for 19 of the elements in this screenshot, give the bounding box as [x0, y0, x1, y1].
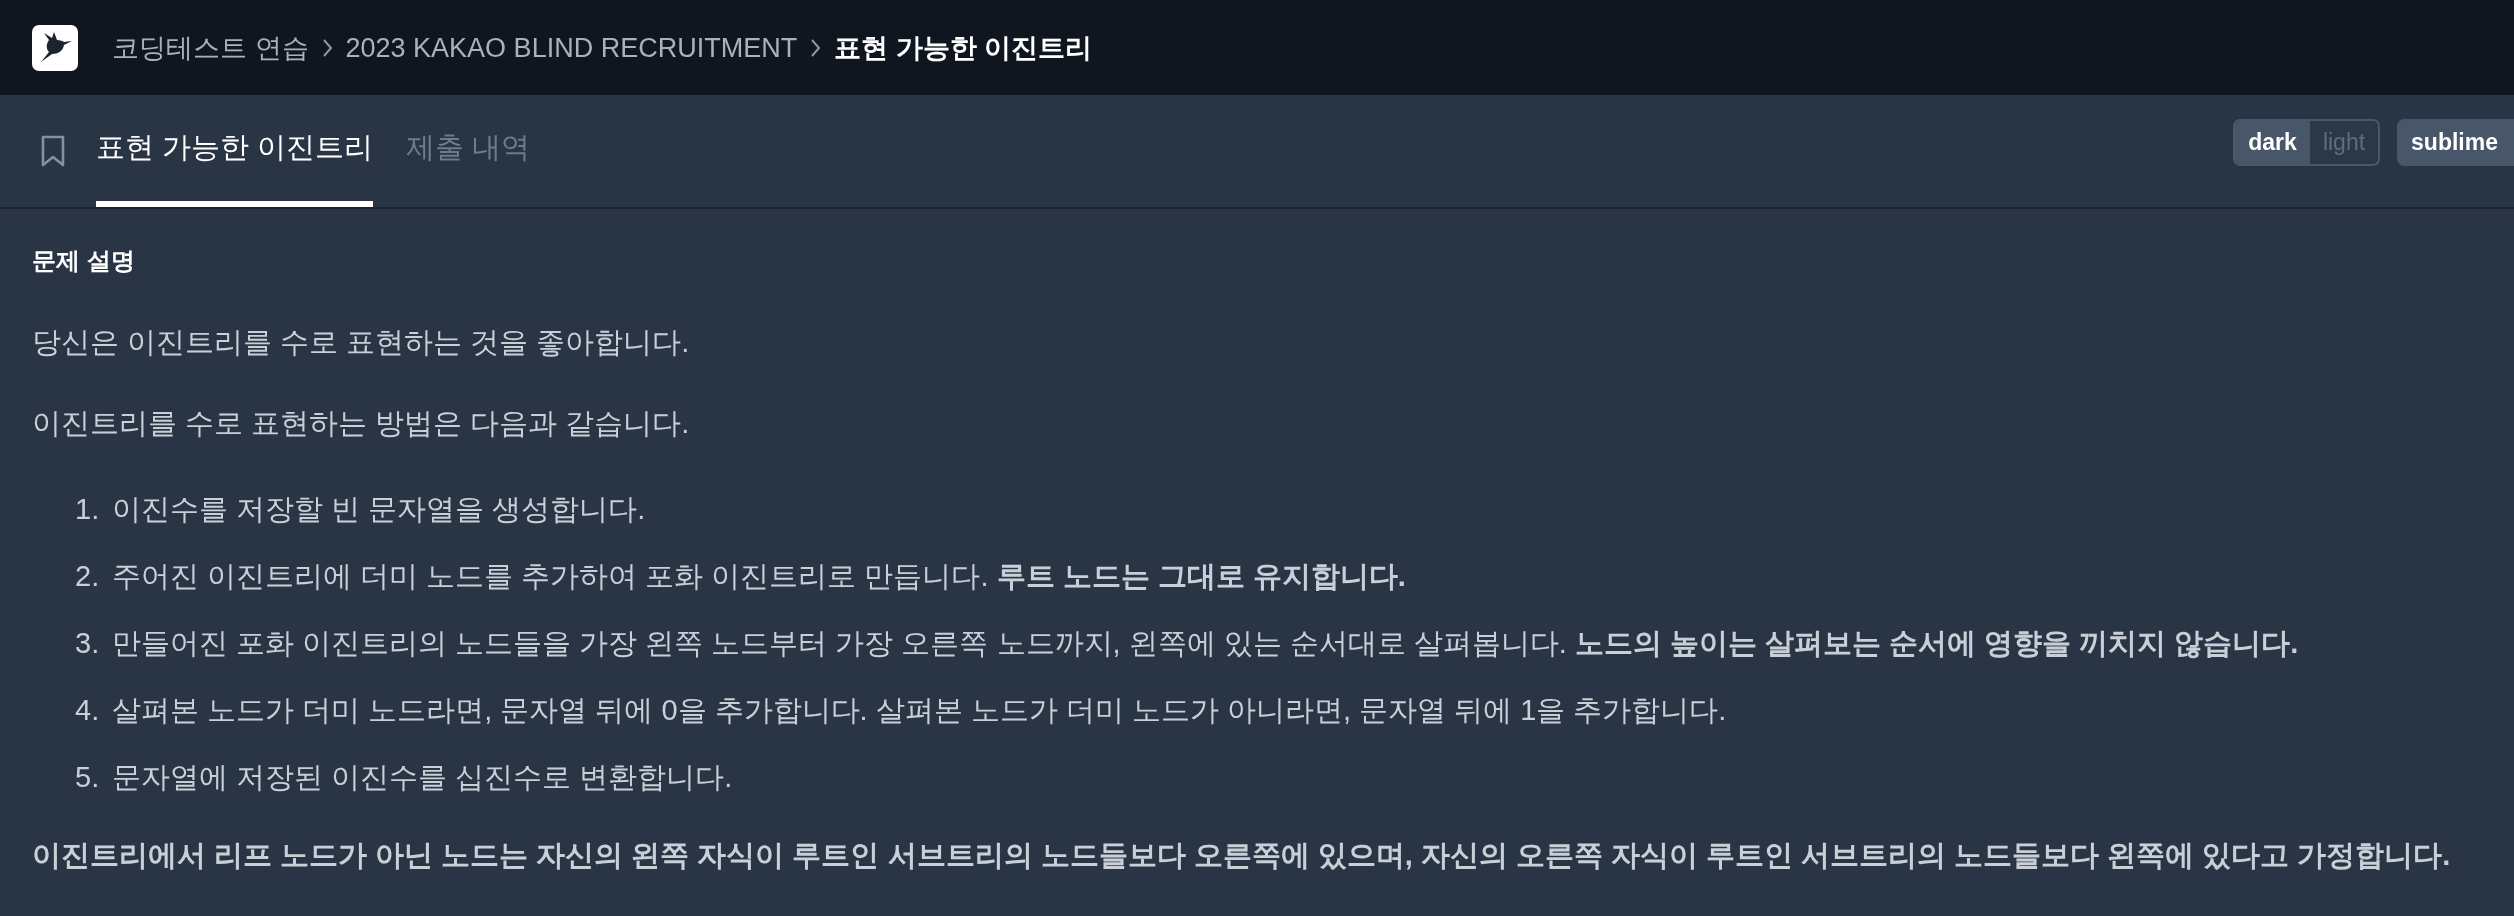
- chevron-icon: [321, 37, 333, 58]
- description-paragraph: 이진트리에서 리프 노드가 아닌 노드는 자신의 왼쪽 자식이 루트인 서브트리의 노드들보다 오른쪽에 있으며, 자신의 오른쪽 자식이 루트인 서브트리의 노드들보다 왼쪽에 있다고 가정합니다.: [32, 838, 2451, 873]
- list-item: 4. 살펴본 노드가 더미 노드라면, 문자열 뒤에 0을 추가합니다. 살펴본 노드가 더미 노드가 아니라면, 문자열 뒤에 1을 추가합니다.: [74, 693, 1727, 728]
- chevron-icon: [810, 37, 822, 58]
- section-heading: 문제 설명: [32, 246, 135, 276]
- bookmark-icon[interactable]: [40, 134, 66, 168]
- list-item: 1. 이진수를 저장할 빈 문자열을 생성합니다.: [74, 492, 646, 527]
- theme-option[interactable]: dark: [2235, 121, 2310, 164]
- description-paragraph: 이진트리를 수로 표현하는 방법은 다음과 같습니다.: [32, 406, 690, 441]
- list-item: 5. 문자열에 저장된 이진수를 십진수로 변환합니다.: [74, 760, 733, 795]
- breadcrumb-link[interactable]: 코딩테스트 연습: [112, 31, 309, 64]
- description-paragraph: 당신은 이진트리를 수로 표현하는 것을 좋아합니다.: [32, 325, 690, 360]
- breadcrumb-current[interactable]: 표현 가능한 이진트리: [834, 31, 1093, 64]
- bird-logo-icon[interactable]: [32, 24, 78, 71]
- tab[interactable]: 표현 가능한 이진트리: [96, 95, 374, 207]
- breadcrumb-link[interactable]: 2023 KAKAO BLIND RECRUITMENT: [345, 31, 798, 64]
- list-item: 3. 만들어진 포화 이진트리의 노드들을 가장 왼쪽 노드부터 가장 오른쪽 노드까지, 왼쪽에 있는 순서대로 살펴봅니다. 노드의 높이는 살펴보는 순서에 영향을 끼치지 않습니다.: [74, 626, 2299, 661]
- editor-theme-button[interactable]: sublime: [2397, 119, 2514, 166]
- list-item: 2. 주어진 이진트리에 더미 노드를 추가하여 포화 이진트리로 만듭니다. 루트 노드는 그대로 유지합니다.: [74, 559, 1406, 594]
